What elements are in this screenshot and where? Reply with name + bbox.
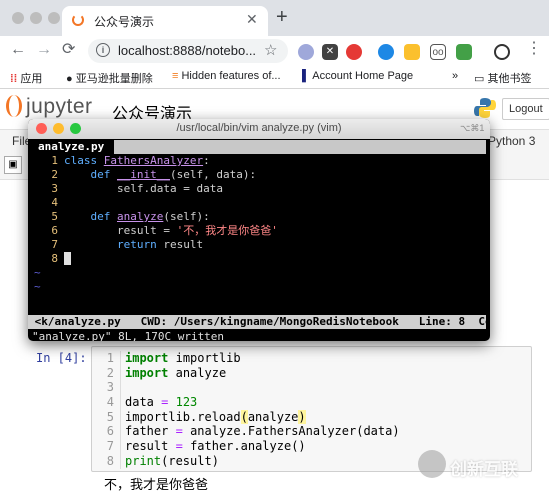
bookmark-star-icon[interactable]: ☆ xyxy=(264,41,277,59)
bookmark-amazon[interactable]: ● 亚马逊批量删除 xyxy=(66,70,153,86)
code-line: 4 data = 123 xyxy=(92,395,400,410)
extension-circle-icon[interactable] xyxy=(298,44,314,60)
browser-toolbar: ← → ⟳ i localhost:8888/notebo... ☆ ✕ oo … xyxy=(0,36,549,66)
site-info-icon[interactable]: i xyxy=(96,43,110,57)
code-line: 6 father = analyze.FathersAnalyzer(data) xyxy=(92,424,400,440)
cell-code[interactable]: 1 import importlib 2 import analyze 3 4 dat… xyxy=(92,351,400,469)
back-button[interactable]: ← xyxy=(10,40,26,60)
bookmark-apps[interactable]: ⁞⁞ 应用 xyxy=(10,70,42,86)
apps-grid-icon: ⁞⁞ xyxy=(10,73,18,85)
vim-tabline: analyze.py xyxy=(28,140,486,154)
extension-green-icon[interactable] xyxy=(456,44,472,60)
account-icon: ▌ xyxy=(302,70,310,82)
line-number: 6 xyxy=(92,424,121,440)
vim-cursor xyxy=(64,252,71,265)
reload-button[interactable]: ⟳ xyxy=(62,40,75,60)
line-number: 2 xyxy=(92,365,121,381)
vim-empty-line-marker: ~ xyxy=(34,280,41,293)
browser-menu-icon[interactable]: ⋮ xyxy=(526,39,542,59)
bookmarks-bar: ⁞⁞ 应用 ● 亚马逊批量删除 ≡ Hidden features of... … xyxy=(0,66,549,89)
code-line: 1 import importlib xyxy=(92,351,400,366)
stackoverflow-icon: ≡ xyxy=(172,70,179,82)
logout-button[interactable]: Logout xyxy=(502,98,549,120)
bookmarks-overflow-button[interactable]: » xyxy=(452,70,458,82)
vim-line-number: 7 xyxy=(51,238,58,251)
vim-line: 3 self.data = data xyxy=(28,182,223,196)
vim-window-title: /usr/local/bin/vim analyze.py (vim) xyxy=(176,122,342,134)
vim-line-number: 2 xyxy=(51,168,58,181)
jupyter-logo-icon xyxy=(6,95,22,117)
vim-shortcut-hint: ⌥⌘1 xyxy=(460,123,485,133)
code-line: 3 xyxy=(92,380,400,396)
python-logo-icon xyxy=(474,98,496,118)
vim-status-line: <k/analyze.py CWD: /Users/kingname/Mongo… xyxy=(28,315,490,329)
code-line: 5 importlib.reload(analyze) xyxy=(92,409,400,425)
vim-terminal-window[interactable]: /usr/local/bin/vim analyze.py (vim) ⌥⌘1 … xyxy=(28,119,490,341)
vim-line-number: 8 xyxy=(51,252,58,265)
extension-red-icon[interactable] xyxy=(346,44,362,60)
line-number: 5 xyxy=(92,409,121,425)
code-line: 7 result = father.analyze() xyxy=(92,439,400,454)
extension-glasses-icon[interactable]: oo xyxy=(430,44,446,60)
vim-line-number: 4 xyxy=(51,196,58,209)
folder-icon: ▭ xyxy=(474,73,485,85)
jupyter-favicon-icon xyxy=(72,14,84,26)
vim-line: 5 def analyze(self): xyxy=(28,210,209,224)
vim-empty-line-marker: ~ xyxy=(34,266,41,279)
browser-tab-active[interactable]: 公众号演示 ✕ xyxy=(62,6,268,36)
close-window-button[interactable] xyxy=(12,12,24,24)
cell-output: 不，我才是你爸爸 xyxy=(104,477,209,492)
bookmark-account-home[interactable]: ▌ Account Home Page xyxy=(302,70,413,82)
line-number: 3 xyxy=(92,380,121,396)
vim-line-number: 5 xyxy=(51,210,58,223)
vim-line-number: 6 xyxy=(51,224,58,237)
tab-title: 公众号演示 xyxy=(94,15,155,29)
address-bar[interactable]: i localhost:8888/notebo... ☆ xyxy=(88,39,288,63)
bookmark-other-folder[interactable]: ▭ 其他书签 xyxy=(474,70,531,86)
url-text[interactable]: localhost:8888/notebo... xyxy=(118,43,256,58)
minimize-window-button[interactable] xyxy=(30,12,42,24)
new-tab-button[interactable]: + xyxy=(276,7,288,27)
line-number: 8 xyxy=(92,453,121,469)
forward-button[interactable]: → xyxy=(36,40,52,60)
watermark-logo-icon xyxy=(418,450,446,478)
save-icon[interactable]: ▣ xyxy=(4,156,22,174)
tab-close-icon[interactable]: ✕ xyxy=(246,11,258,28)
watermark-text: 创新互联 xyxy=(450,460,518,479)
vim-line: 6 result = '不，我才是你爸爸' xyxy=(28,224,277,238)
jupyter-logo-text[interactable]: jupyter xyxy=(26,95,93,119)
code-line: 8 print(result) xyxy=(92,453,400,469)
vim-line-number: 1 xyxy=(51,154,58,167)
vim-buffer[interactable]: analyze.py 1 class FathersAnalyzer: 2 def… xyxy=(28,139,490,341)
vim-line-number: 3 xyxy=(51,182,58,195)
line-number: 4 xyxy=(92,395,121,410)
vim-line: 1 class FathersAnalyzer: xyxy=(28,154,209,168)
extension-yellow-icon[interactable] xyxy=(404,44,420,60)
cell-prompt: In [4]: xyxy=(36,351,87,365)
maximize-window-button[interactable] xyxy=(48,12,60,24)
github-icon: ● xyxy=(66,73,73,85)
vim-line: 4 xyxy=(28,196,64,210)
line-number: 7 xyxy=(92,439,121,454)
extension-blue-icon[interactable] xyxy=(378,44,394,60)
vim-line: 8 xyxy=(28,252,71,266)
browser-tab-bar: 公众号演示 ✕ + xyxy=(0,0,549,36)
vim-message-line: "analyze.py" 8L, 170C written xyxy=(32,330,225,341)
extension-block-icon[interactable] xyxy=(494,44,510,60)
vim-tab-active[interactable]: analyze.py xyxy=(28,140,115,154)
extension-x-icon[interactable]: ✕ xyxy=(322,44,338,60)
line-number: 1 xyxy=(92,351,121,366)
vim-line: 7 return result xyxy=(28,238,203,252)
vim-line: 2 def __init__(self, data): xyxy=(28,168,256,182)
vim-titlebar[interactable]: /usr/local/bin/vim analyze.py (vim) ⌥⌘1 xyxy=(28,119,490,139)
kernel-indicator: Python 3 xyxy=(488,134,536,148)
bookmark-hidden-features[interactable]: ≡ Hidden features of... xyxy=(172,70,281,82)
code-line: 2 import analyze xyxy=(92,365,400,381)
watermark: 创新互联 xyxy=(414,446,544,486)
